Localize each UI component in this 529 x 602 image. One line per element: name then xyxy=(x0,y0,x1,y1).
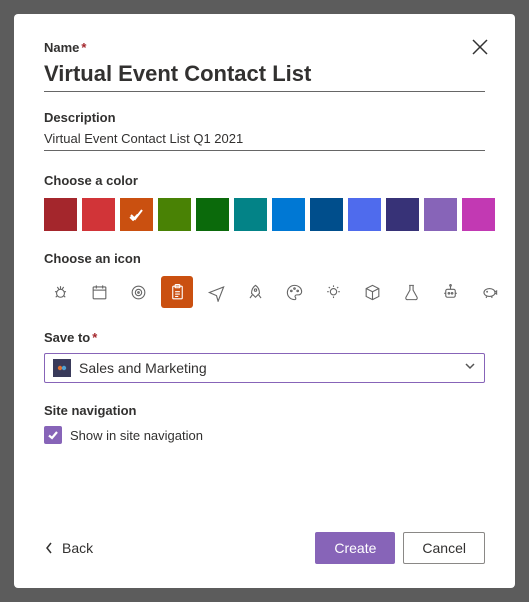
save-to-dropdown[interactable]: Sales and Marketing xyxy=(44,353,485,383)
cube-icon[interactable] xyxy=(356,276,388,308)
rocket-icon[interactable] xyxy=(239,276,271,308)
save-to-value: Sales and Marketing xyxy=(79,360,456,376)
color-swatch[interactable] xyxy=(196,198,229,231)
description-input[interactable] xyxy=(44,127,485,151)
robot-icon[interactable] xyxy=(434,276,466,308)
piggybank-icon[interactable] xyxy=(473,276,505,308)
color-swatch[interactable] xyxy=(424,198,457,231)
show-in-nav-checkbox[interactable] xyxy=(44,426,62,444)
name-input[interactable] xyxy=(44,57,485,92)
cancel-button[interactable]: Cancel xyxy=(403,532,485,564)
airplane-icon[interactable] xyxy=(200,276,232,308)
choose-color-label: Choose a color xyxy=(44,173,485,188)
save-to-label: Save to* xyxy=(44,330,485,345)
chevron-down-icon xyxy=(464,359,476,377)
create-list-dialog: Name* Description Choose a color Choose … xyxy=(14,14,515,588)
palette-icon[interactable] xyxy=(278,276,310,308)
choose-icon-label: Choose an icon xyxy=(44,251,485,266)
create-button[interactable]: Create xyxy=(315,532,395,564)
color-swatch[interactable] xyxy=(82,198,115,231)
back-button[interactable]: Back xyxy=(44,540,93,556)
site-icon xyxy=(53,359,71,377)
lightbulb-icon[interactable] xyxy=(317,276,349,308)
color-swatch[interactable] xyxy=(234,198,267,231)
target-icon[interactable] xyxy=(122,276,154,308)
show-in-nav-label: Show in site navigation xyxy=(70,428,203,443)
color-swatch[interactable] xyxy=(310,198,343,231)
color-swatch[interactable] xyxy=(44,198,77,231)
color-swatch[interactable] xyxy=(462,198,495,231)
color-swatch[interactable] xyxy=(158,198,191,231)
flask-icon[interactable] xyxy=(395,276,427,308)
color-swatch[interactable] xyxy=(120,198,153,231)
color-swatch[interactable] xyxy=(272,198,305,231)
clipboard-icon[interactable] xyxy=(161,276,193,308)
bug-icon[interactable] xyxy=(44,276,76,308)
description-label: Description xyxy=(44,110,485,125)
icon-row xyxy=(44,276,485,308)
calendar-icon[interactable] xyxy=(83,276,115,308)
name-label: Name* xyxy=(44,40,485,55)
color-swatch[interactable] xyxy=(348,198,381,231)
color-swatch-row xyxy=(44,198,485,231)
color-swatch[interactable] xyxy=(386,198,419,231)
site-navigation-label: Site navigation xyxy=(44,403,485,418)
close-button[interactable] xyxy=(471,38,489,56)
